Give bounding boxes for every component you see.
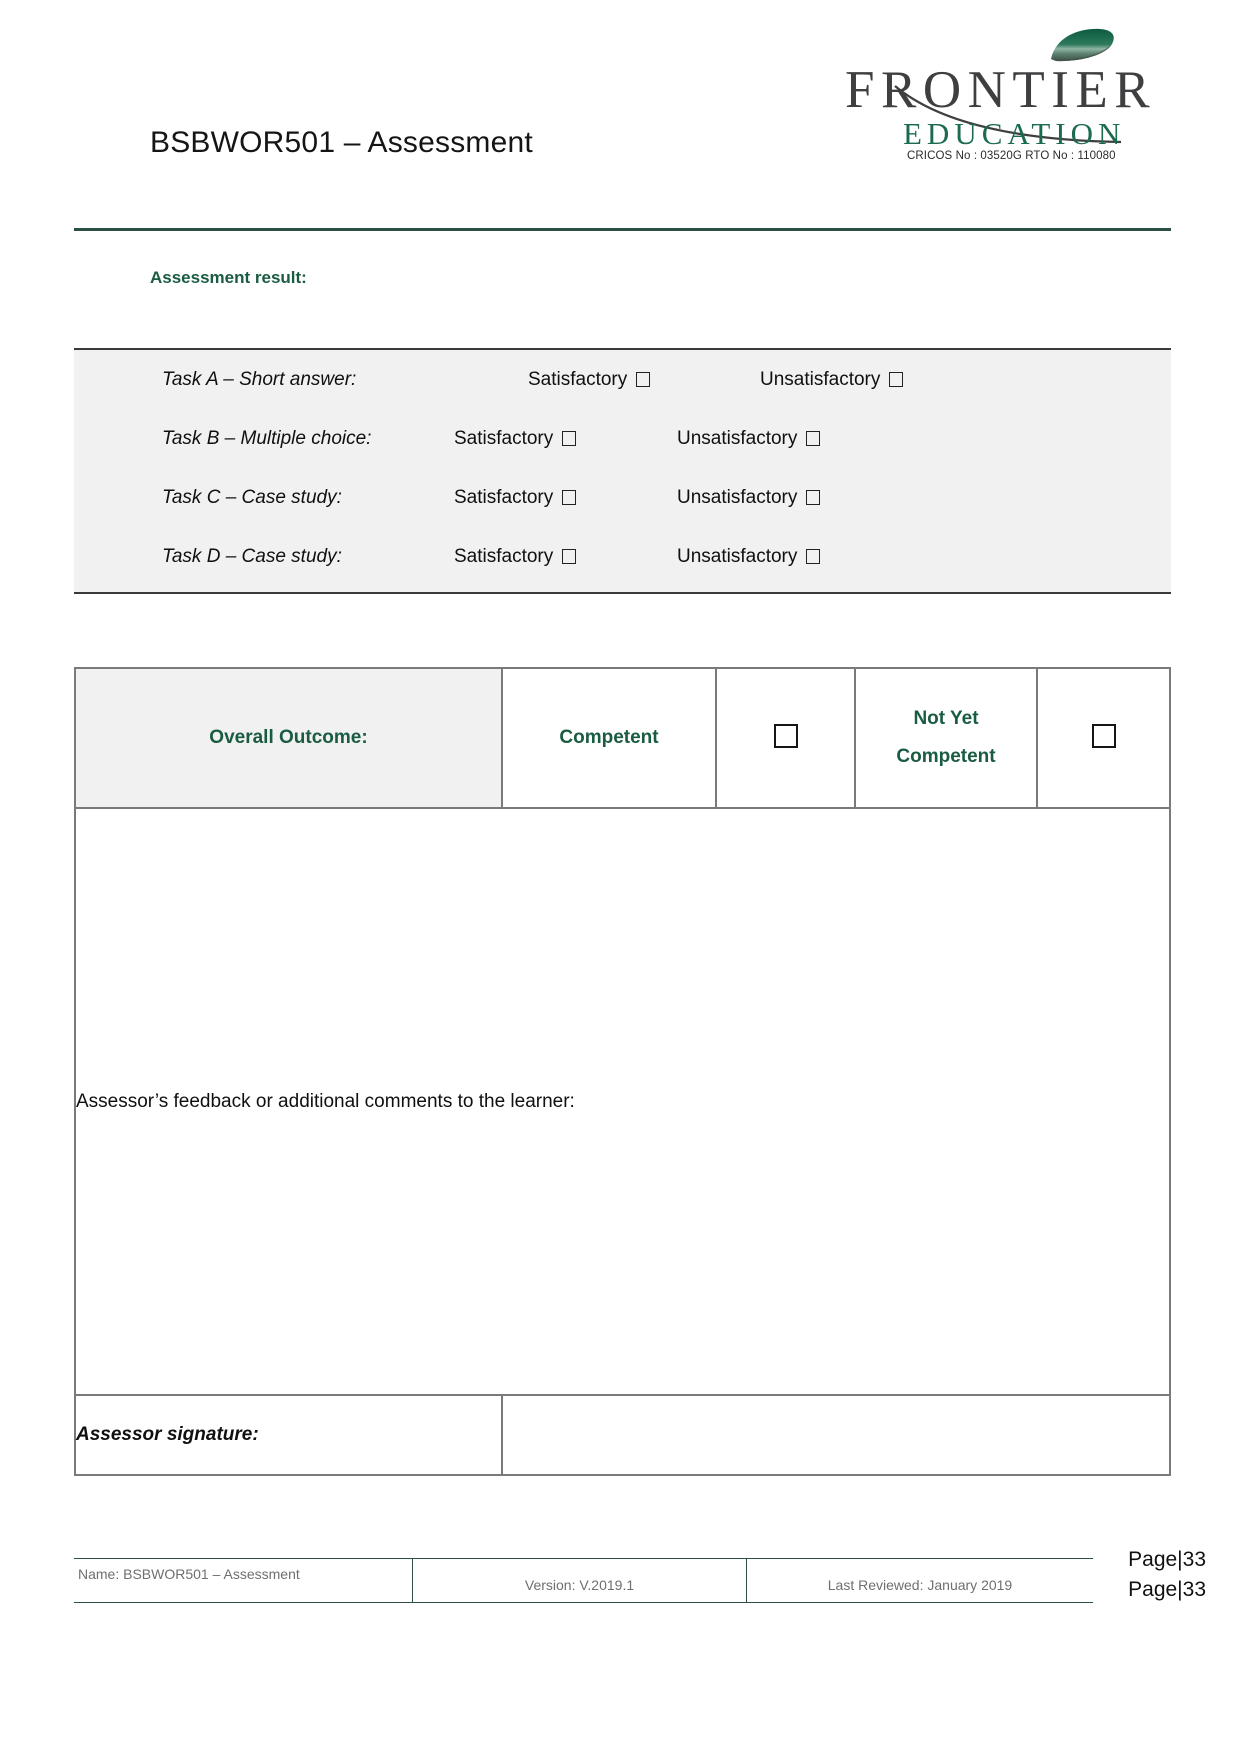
signature-row: Assessor signature: — [74, 1394, 1171, 1476]
task-c-unsatisfactory-option[interactable]: Unsatisfactory — [677, 486, 821, 509]
footer-table: Name: BSBWOR501 – Assessment Version: V.… — [74, 1557, 1093, 1604]
frontier-education-logo: FRONTIER EDUCATION CRICOS No : 03520G RT… — [845, 26, 1165, 166]
task-row: Task A – Short answer: Satisfactory Unsa… — [74, 350, 1171, 409]
footer-row: Name: BSBWOR501 – Assessment Version: V.… — [74, 1557, 1093, 1604]
task-row: Task C – Case study: Satisfactory Unsati… — [74, 468, 1171, 527]
logo-wordmark-primary: FRONTIER — [845, 61, 1157, 119]
not-yet-competent-line-1: Not Yet — [913, 708, 979, 729]
unsatisfactory-checkbox[interactable] — [889, 372, 904, 387]
task-label: Task D – Case study: — [162, 545, 342, 567]
competent-checkbox-cell[interactable] — [715, 667, 856, 809]
logo-accreditation-codes: CRICOS No : 03520G RTO No : 110080 — [907, 150, 1116, 162]
page-number-line-2: Page|33 — [1128, 1577, 1206, 1601]
unsatisfactory-label: Unsatisfactory — [760, 368, 881, 390]
assessor-feedback-area[interactable]: Assessor’s feedback or additional commen… — [74, 807, 1171, 1396]
task-b-unsatisfactory-option[interactable]: Unsatisfactory — [677, 427, 821, 450]
assessor-signature-label: Assessor signature: — [74, 1394, 503, 1476]
logo-wordmark-secondary: EDUCATION — [903, 116, 1126, 151]
satisfactory-label: Satisfactory — [454, 486, 554, 508]
task-row: Task B – Multiple choice: Satisfactory U… — [74, 409, 1171, 468]
satisfactory-label: Satisfactory — [454, 427, 554, 449]
unsatisfactory-checkbox[interactable] — [806, 490, 821, 505]
competent-checkbox[interactable] — [773, 723, 798, 748]
task-b-satisfactory-option[interactable]: Satisfactory — [454, 427, 577, 450]
task-c-satisfactory-option[interactable]: Satisfactory — [454, 486, 577, 509]
satisfactory-checkbox[interactable] — [562, 490, 577, 505]
unsatisfactory-label: Unsatisfactory — [677, 427, 798, 449]
task-d-satisfactory-option[interactable]: Satisfactory — [454, 545, 577, 568]
task-label: Task A – Short answer: — [162, 368, 357, 390]
assessment-result-heading: Assessment result: — [150, 268, 307, 287]
document-page: BSBWOR501 – Assessment FRONTIER EDUCATIO… — [0, 0, 1241, 1754]
task-row: Task D – Case study: Satisfactory Unsati… — [74, 527, 1171, 586]
task-a-unsatisfactory-option[interactable]: Unsatisfactory — [760, 368, 904, 391]
feedback-row: Assessor’s feedback or additional commen… — [74, 807, 1171, 1396]
header-divider — [74, 228, 1171, 231]
footer-version: Version: V.2019.1 — [412, 1557, 747, 1604]
not-yet-competent-checkbox[interactable] — [1091, 723, 1116, 748]
overall-outcome-table: Overall Outcome: Competent Not Yet Compe… — [74, 667, 1171, 1476]
page-title: BSBWOR501 – Assessment — [150, 126, 533, 159]
unsatisfactory-checkbox[interactable] — [806, 549, 821, 564]
overall-outcome-label: Overall Outcome: — [74, 667, 503, 809]
page-header: BSBWOR501 – Assessment FRONTIER EDUCATIO… — [0, 0, 1241, 232]
unsatisfactory-checkbox[interactable] — [806, 431, 821, 446]
not-yet-competent-line-2: Competent — [896, 746, 996, 767]
not-yet-competent-label: Not Yet Competent — [854, 667, 1038, 809]
leaf-icon — [1051, 28, 1114, 62]
task-label: Task C – Case study: — [162, 486, 342, 508]
footer-last-reviewed: Last Reviewed: January 2019 — [746, 1557, 1093, 1604]
unsatisfactory-label: Unsatisfactory — [677, 545, 798, 567]
satisfactory-checkbox[interactable] — [562, 431, 577, 446]
assessor-feedback-prompt: Assessor’s feedback or additional commen… — [76, 1090, 575, 1112]
footer-document-name-text: Name: BSBWOR501 – Assessment — [78, 1566, 300, 1582]
task-results-panel: Task A – Short answer: Satisfactory Unsa… — [74, 348, 1171, 594]
page-number-line-1: Page|33 — [1128, 1548, 1206, 1571]
footer-document-name: Name: BSBWOR501 – Assessment — [74, 1557, 413, 1604]
satisfactory-checkbox[interactable] — [636, 372, 651, 387]
assessor-signature-field[interactable] — [501, 1394, 1171, 1476]
unsatisfactory-label: Unsatisfactory — [677, 486, 798, 508]
task-a-satisfactory-option[interactable]: Satisfactory — [528, 368, 651, 391]
satisfactory-label: Satisfactory — [528, 368, 628, 390]
page-number-block: Page|33 Page|33 — [1128, 1545, 1206, 1605]
page-footer: Name: BSBWOR501 – Assessment Version: V.… — [0, 1545, 1241, 1635]
task-label: Task B – Multiple choice: — [162, 427, 372, 449]
task-d-unsatisfactory-option[interactable]: Unsatisfactory — [677, 545, 821, 568]
not-yet-competent-checkbox-cell[interactable] — [1036, 667, 1171, 809]
satisfactory-checkbox[interactable] — [562, 549, 577, 564]
competent-label: Competent — [501, 667, 717, 809]
satisfactory-label: Satisfactory — [454, 545, 554, 567]
outcome-header-row: Overall Outcome: Competent Not Yet Compe… — [74, 667, 1171, 809]
